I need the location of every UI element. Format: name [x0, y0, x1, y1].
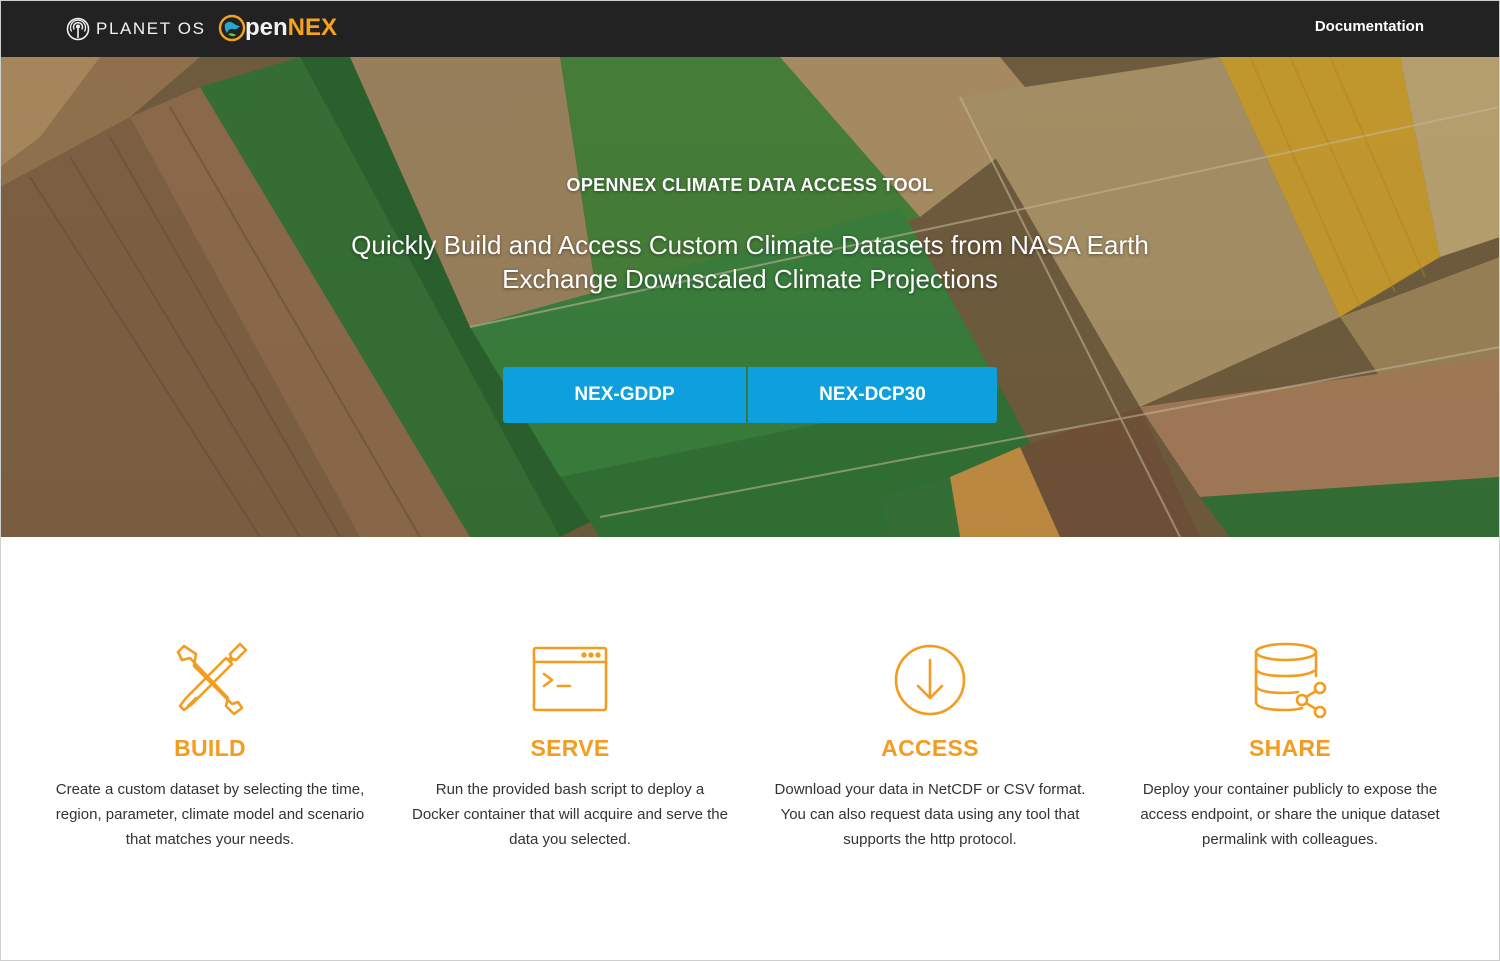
hero-eyebrow: OPENNEX CLIMATE DATA ACCESS TOOL — [566, 175, 934, 195]
feature-title-access: ACCESS — [881, 735, 979, 761]
dataset-button-group: NEX-GDDP NEX-DCP30 — [503, 367, 997, 423]
planetos-logo-icon — [66, 17, 90, 41]
nex-gddp-button[interactable]: NEX-GDDP — [503, 367, 746, 423]
opennex-logo-text-pen: pen — [245, 14, 288, 41]
feature-text-share: Deploy your container publicly to expose… — [1140, 781, 1440, 848]
tools-icon — [170, 640, 250, 720]
feature-access: ACCESS Download your data in NetCDF or C… — [750, 640, 1110, 852]
download-circle-icon — [890, 640, 970, 720]
nex-dcp30-button[interactable]: NEX-DCP30 — [748, 367, 997, 423]
opennex-logo-link[interactable]: pen NEX — [218, 13, 337, 43]
feature-title-serve: SERVE — [530, 735, 610, 761]
features-section: BUILD Create a custom dataset by selecti… — [30, 640, 1470, 852]
documentation-link[interactable]: Documentation — [1315, 18, 1424, 35]
hero-title: Quickly Build and Access Custom Climate … — [351, 230, 1149, 294]
feature-title-share: SHARE — [1248, 735, 1331, 761]
feature-build: BUILD Create a custom dataset by selecti… — [30, 640, 390, 852]
hero-banner: OPENNEX CLIMATE DATA ACCESS TOOL Quickly… — [0, 57, 1500, 537]
feature-text-build: Create a custom dataset by selecting the… — [55, 781, 365, 848]
feature-text-access: Download your data in NetCDF or CSV form… — [774, 781, 1086, 848]
terminal-window-icon — [530, 640, 610, 720]
opennex-globe-icon — [218, 14, 246, 42]
planetos-logo-link[interactable]: PLANET OS — [66, 16, 206, 42]
top-nav-bar: PLANET OS pen NEX Documentation — [0, 0, 1500, 57]
feature-share: SHARE Deploy your container publicly to … — [1110, 640, 1470, 852]
feature-title-build: BUILD — [174, 735, 246, 761]
planetos-logo-text: PLANET OS — [96, 19, 206, 38]
feature-serve: SERVE Run the provided bash script to de… — [390, 640, 750, 852]
database-share-icon — [1250, 640, 1330, 720]
feature-text-serve: Run the provided bash script to deploy a… — [412, 781, 728, 848]
hero-overlay — [0, 57, 1500, 537]
opennex-logo-text-nex: NEX — [287, 14, 338, 41]
